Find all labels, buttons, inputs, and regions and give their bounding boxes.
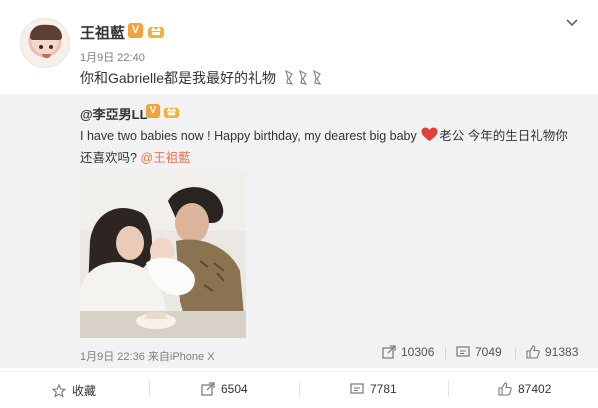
divider: [445, 347, 446, 361]
comment-icon: [456, 346, 470, 357]
like-count: 87402: [518, 382, 552, 396]
repost-text: I have two babies now ! Happy birthday, …: [80, 125, 580, 169]
divider: [448, 381, 449, 397]
repost-photo[interactable]: [80, 171, 246, 338]
author-name[interactable]: 王祖藍: [80, 22, 125, 43]
chevron-down-icon[interactable]: [564, 16, 580, 30]
thumbs-up-icon: [498, 382, 512, 396]
divider: [149, 381, 150, 397]
comment-count: 7781: [370, 382, 397, 396]
post-timestamp[interactable]: 1月9日 22:40: [80, 49, 145, 65]
repost-source[interactable]: 来自iPhone X: [148, 351, 215, 363]
telescope-emoji-icon: [312, 69, 322, 85]
share-icon: [201, 382, 215, 396]
avatar-eye: [49, 45, 53, 49]
share-count: 6504: [221, 382, 248, 396]
comment-icon: [350, 383, 364, 394]
divider: [515, 347, 516, 361]
post-content: 你和Gabrielle都是我最好的礼物: [80, 68, 322, 88]
favorite-label: 收藏: [72, 384, 97, 398]
repost-text-line: I have two babies now ! Happy birthday, …: [80, 129, 417, 143]
heart-emoji-icon: [421, 127, 438, 141]
mention-link[interactable]: @王祖藍: [140, 151, 190, 165]
telescope-emoji-icon: [298, 69, 308, 85]
crown-badge-icon: [148, 27, 164, 38]
crown-badge-icon: [163, 107, 180, 119]
repost-share-stat[interactable]: 10306: [382, 345, 434, 359]
repost-meta: 1月9日 22:36 来自iPhone X: [80, 348, 215, 364]
telescope-emoji-icon: [284, 69, 294, 85]
weibo-post: 王祖藍 V 1月9日 22:40 你和Gabrielle都是我最好的礼物 @李亞…: [0, 0, 598, 408]
repost-comment-stat[interactable]: 7049: [456, 345, 502, 359]
repost-like-stat[interactable]: 91383: [526, 345, 578, 359]
repost-comment-count: 7049: [475, 345, 502, 359]
like-button[interactable]: 87402: [498, 382, 551, 396]
repost-share-count: 10306: [401, 345, 435, 359]
avatar-mouth: [42, 54, 51, 58]
star-icon: [52, 383, 66, 398]
verified-icon: V: [146, 104, 160, 118]
divider: [299, 381, 300, 397]
repost-timestamp[interactable]: 1月9日 22:36: [80, 351, 145, 363]
avatar-eye: [39, 45, 43, 49]
verified-icon: V: [128, 23, 143, 38]
thumbs-up-icon: [526, 345, 540, 359]
repost-like-count: 91383: [545, 345, 579, 359]
comment-button[interactable]: 7781: [350, 382, 397, 396]
avatar-hair: [30, 25, 62, 40]
share-icon: [382, 345, 396, 359]
repost-author[interactable]: @李亞男LL: [80, 104, 148, 123]
post-text: 你和Gabrielle都是我最好的礼物: [80, 70, 277, 86]
favorite-button[interactable]: 收藏: [52, 382, 96, 399]
avatar[interactable]: [20, 18, 70, 68]
share-button[interactable]: 6504: [201, 382, 248, 396]
